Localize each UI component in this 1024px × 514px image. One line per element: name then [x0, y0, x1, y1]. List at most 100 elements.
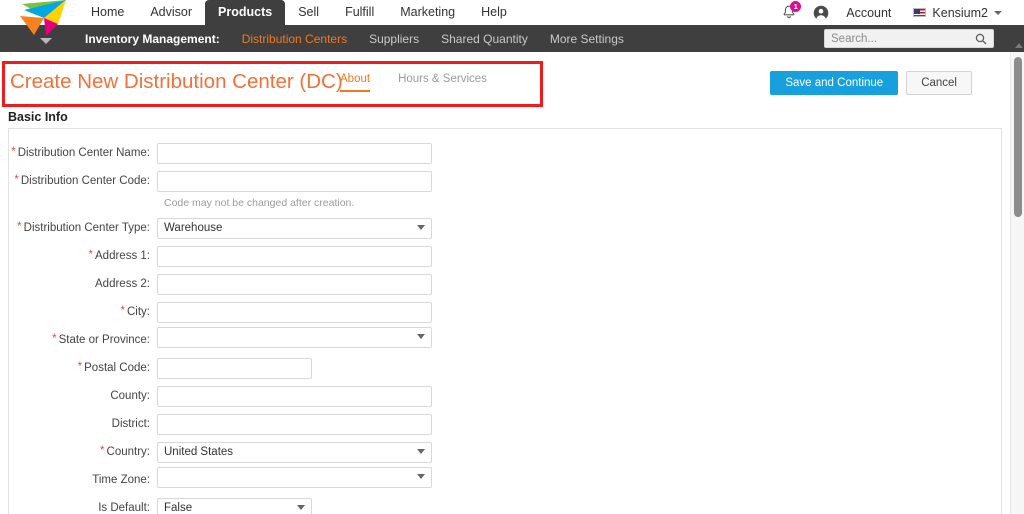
form-label-text: Address 2:: [95, 278, 150, 290]
scroll-up-arrow-icon[interactable]: [1015, 43, 1023, 48]
main-nav-item-home[interactable]: Home: [78, 0, 137, 26]
required-asterisk-icon: *: [14, 174, 19, 187]
form-control-wrap: False: [157, 497, 312, 514]
account-avatar-button[interactable]: [808, 0, 834, 25]
form-label: * Country:: [9, 446, 157, 458]
form-label: * Distribution Center Name:: [9, 147, 157, 159]
subnav-item-shared-quantity[interactable]: Shared Quantity: [441, 32, 528, 46]
form-rows: * Distribution Center Name: * Distribution …: [9, 129, 1001, 514]
subnav-item-more-settings[interactable]: More Settings: [550, 32, 624, 46]
form-label: Address 2:: [9, 278, 157, 290]
required-asterisk-icon: *: [77, 361, 83, 374]
form-row: District:: [9, 410, 1001, 438]
form-label: * Distribution Center Type:: [9, 222, 157, 234]
main-nav-item-fulfill[interactable]: Fulfill: [332, 0, 387, 26]
form-control-wrap: [157, 301, 432, 323]
is-default-select[interactable]: False: [157, 497, 312, 514]
form-row: Is Default: False: [9, 494, 1001, 514]
address-2-input[interactable]: [157, 273, 432, 295]
tab-hours-services[interactable]: Hours & Services: [398, 73, 487, 90]
top-nav-right-cluster: 1 Account Kensium2: [776, 0, 1002, 25]
form-label: * Distribution Center Code:: [9, 175, 157, 187]
form-label-text: Is Default:: [98, 502, 150, 514]
state-or-province-select[interactable]: [157, 327, 432, 348]
vertical-scrollbar-thumb[interactable]: [1014, 57, 1022, 217]
main-nav-item-marketing[interactable]: Marketing: [387, 0, 468, 26]
account-avatar-icon: [813, 5, 829, 20]
main-nav-item-sell[interactable]: Sell: [285, 0, 332, 26]
tab-about[interactable]: About: [340, 73, 371, 92]
search-input[interactable]: [825, 32, 965, 45]
main-nav-items: Home Advisor Products Sell Fulfill Marketing H…: [78, 0, 520, 26]
form-control-wrap: [157, 273, 432, 295]
form-control-wrap: [157, 467, 432, 493]
form-row: * State or Province:: [9, 326, 1001, 354]
form-label: * Postal Code:: [9, 362, 157, 374]
select-wrapper: United States: [157, 441, 432, 463]
us-flag-icon: [913, 8, 927, 17]
form-control-wrap: Warehouse: [157, 217, 432, 239]
basic-info-form-panel: * Distribution Center Name: * Distribution …: [8, 128, 1002, 514]
notifications-button[interactable]: 1: [776, 0, 802, 25]
time-zone-select[interactable]: [157, 467, 432, 488]
required-asterisk-icon: *: [120, 305, 125, 318]
notification-count-badge: 1: [790, 1, 802, 12]
form-row: County:: [9, 382, 1001, 410]
county-input[interactable]: [157, 385, 432, 407]
form-row: * Distribution Center Name:: [9, 139, 1001, 167]
select-wrapper: [157, 327, 432, 348]
form-control-wrap: United States: [157, 441, 432, 463]
required-asterisk-icon: *: [52, 333, 57, 346]
district-input[interactable]: [157, 413, 432, 435]
form-label-text: Country:: [106, 446, 150, 458]
form-label: District:: [9, 418, 157, 430]
form-control-wrap: [157, 357, 312, 379]
main-nav-item-help[interactable]: Help: [468, 0, 520, 26]
chevron-down-icon[interactable]: [994, 10, 1002, 15]
application-window: Home Advisor Products Sell Fulfill Marketing H…: [0, 0, 1024, 514]
subnav-item-distribution-centers[interactable]: Distribution Centers: [242, 32, 347, 46]
required-asterisk-icon: *: [17, 221, 22, 234]
main-nav-item-products[interactable]: Products: [205, 0, 286, 26]
subnav-items: Distribution Centers Suppliers Shared Quan…: [220, 32, 624, 46]
brand-logo[interactable]: [14, 0, 72, 50]
secondary-navigation-bar: Inventory Management: Distribution Cente…: [0, 25, 1024, 52]
address-1-input[interactable]: [157, 245, 432, 267]
form-field-hint: Code may not be changed after creation.: [164, 197, 355, 209]
distribution-center-type-select[interactable]: Warehouse: [157, 217, 432, 239]
form-row: * Postal Code:: [9, 354, 1001, 382]
form-label: County:: [9, 390, 157, 402]
postal-code-input[interactable]: [157, 357, 312, 379]
chevron-down-icon[interactable]: [40, 38, 52, 44]
cancel-button[interactable]: Cancel: [906, 71, 972, 95]
main-nav-item-advisor[interactable]: Advisor: [137, 0, 205, 26]
form-label-text: Distribution Center Type:: [23, 222, 150, 234]
form-label: * Address 1:: [9, 250, 157, 262]
form-control-wrap: [157, 245, 432, 267]
search-icon[interactable]: [975, 33, 987, 45]
form-row: * Country: United States: [9, 438, 1001, 466]
account-link[interactable]: Account: [846, 6, 891, 20]
select-wrapper: False: [157, 497, 312, 514]
form-control-wrap: [157, 385, 432, 407]
form-label-text: Time Zone:: [92, 474, 150, 486]
form-row: Address 2:: [9, 270, 1001, 298]
country-select[interactable]: United States: [157, 441, 432, 463]
form-row: * Address 1:: [9, 242, 1001, 270]
page-tabs: About Hours & Services: [340, 73, 515, 92]
vertical-scrollbar[interactable]: [1010, 43, 1024, 514]
form-control-wrap: [157, 327, 432, 353]
distribution-center-name-input[interactable]: [157, 142, 432, 164]
required-asterisk-icon: *: [88, 249, 94, 262]
city-input[interactable]: [157, 301, 432, 323]
distribution-center-code-input[interactable]: [157, 170, 432, 192]
required-asterisk-icon: *: [100, 445, 105, 458]
top-navigation-bar: Home Advisor Products Sell Fulfill Marketing H…: [0, 0, 1024, 26]
save-and-continue-button[interactable]: Save and Continue: [770, 71, 899, 95]
required-asterisk-icon: *: [11, 146, 16, 159]
form-label-text: Distribution Center Code:: [20, 175, 150, 187]
subnav-item-suppliers[interactable]: Suppliers: [369, 32, 419, 46]
search-box[interactable]: [824, 29, 994, 48]
subnav-section-label: Inventory Management:: [85, 31, 220, 46]
user-menu-label[interactable]: Kensium2: [932, 6, 988, 20]
